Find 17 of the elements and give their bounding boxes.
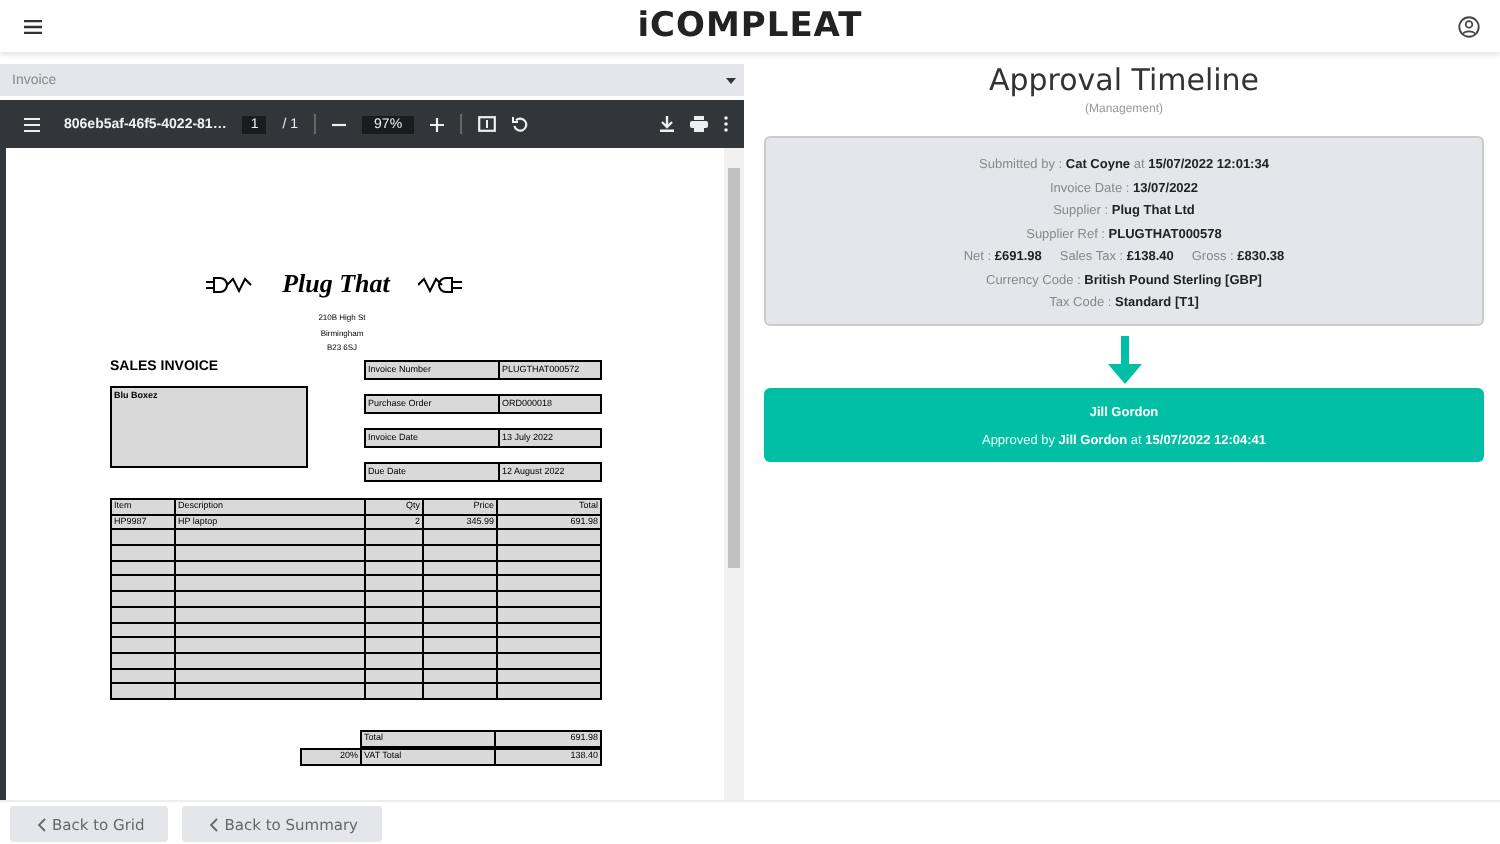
scrollbar[interactable] [724, 148, 744, 800]
fit-page-icon[interactable] [478, 116, 497, 132]
plug-icon [206, 275, 255, 293]
panel-title: Approval Timeline [988, 62, 1260, 98]
company-name: Plug That [282, 268, 390, 300]
plug-icon [417, 275, 466, 293]
app-logo: iCOMPLEAT [637, 6, 863, 46]
arrow-down-icon [1107, 336, 1141, 384]
zoom-in-icon[interactable] [430, 117, 445, 131]
download-icon[interactable] [660, 116, 674, 132]
menu-icon[interactable] [24, 19, 42, 33]
print-icon[interactable] [690, 116, 708, 132]
user-icon[interactable] [1457, 15, 1480, 37]
rotate-icon[interactable] [512, 116, 529, 132]
chevron-left-icon [38, 817, 46, 831]
chevron-left-icon [210, 817, 219, 831]
caret-icon [726, 77, 736, 83]
